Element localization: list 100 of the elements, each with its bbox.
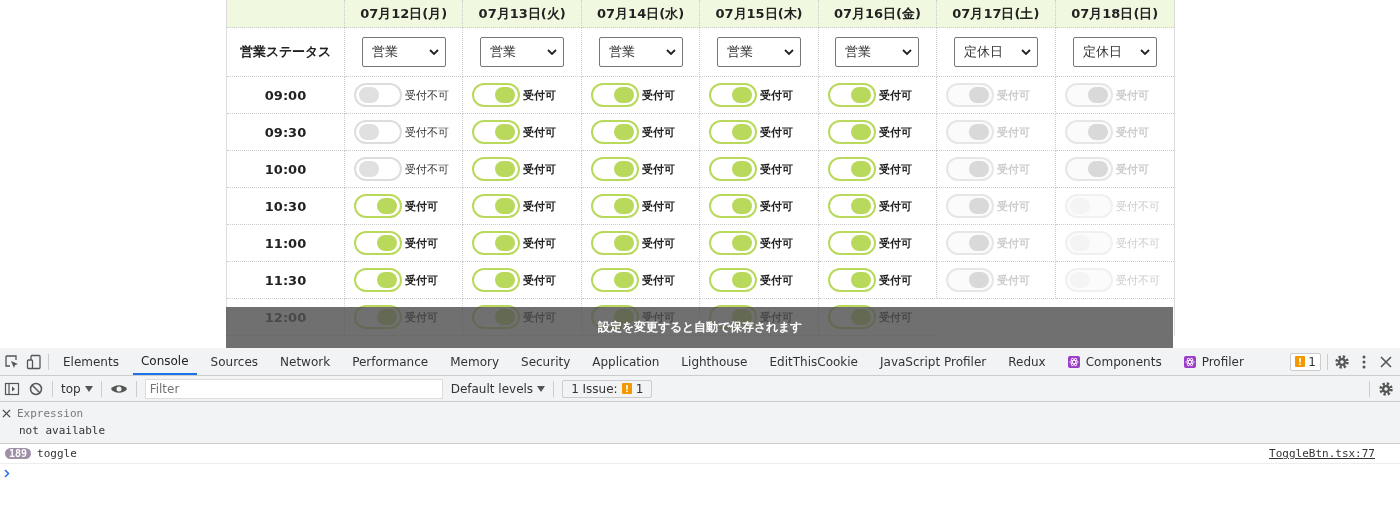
devtools-tab[interactable]: Application [584, 348, 668, 375]
devtools-tab[interactable]: Redux [1000, 348, 1054, 375]
devtools-tab[interactable]: Elements [55, 348, 127, 375]
status-dropdown[interactable]: 営業 [835, 37, 920, 67]
status-dropdown[interactable]: 定休日 [953, 37, 1038, 67]
chevron-down-icon [428, 49, 439, 55]
toggle-label: 受付可 [641, 235, 675, 251]
caret-icon [84, 385, 93, 392]
toggle-switch[interactable] [472, 120, 521, 144]
settings-icon[interactable] [1334, 353, 1350, 370]
toggle-switch[interactable] [827, 120, 876, 144]
toggle-label: 受付可 [641, 87, 675, 103]
prompt-icon [4, 468, 10, 478]
devtools-tab[interactable]: Lighthouse [673, 348, 756, 375]
toggle-label: 受付可 [641, 198, 675, 214]
date-header: 07月12日(月) [345, 0, 464, 28]
toggle-switch[interactable] [590, 157, 639, 181]
device-icon[interactable] [26, 353, 42, 370]
clear-icon[interactable] [28, 380, 44, 397]
devtools-tab[interactable]: EditThisCookie [761, 348, 866, 375]
toggle-switch[interactable] [709, 268, 758, 292]
toggle-switch[interactable] [472, 231, 521, 255]
time-label: 11:30 [227, 262, 345, 299]
settings-icon[interactable] [1378, 380, 1394, 397]
warning-icon [621, 383, 632, 394]
inspect-icon[interactable] [4, 353, 20, 370]
toggle-switch[interactable] [472, 194, 521, 218]
filter-field[interactable]: Filter [144, 378, 443, 399]
log-message: toggle [37, 447, 77, 460]
toggle-label: 受付不可 [405, 161, 449, 177]
toggle-label: 受付可 [641, 161, 675, 177]
toggle-label: 受付不可 [405, 87, 449, 103]
toggle-switch[interactable] [590, 194, 639, 218]
warning-icon [1295, 356, 1306, 367]
devtools-tab[interactable]: Security [513, 348, 579, 375]
time-label: 09:00 [227, 77, 345, 114]
toggle-switch[interactable] [472, 157, 521, 181]
devtools-tab[interactable]: Memory [442, 348, 507, 375]
issues-button[interactable]: 1 Issue: 1 [562, 379, 653, 398]
toggle-switch[interactable] [354, 157, 402, 181]
toggle-switch[interactable] [354, 194, 402, 218]
status-dropdown[interactable]: 営業 [717, 37, 801, 67]
toggle-switch[interactable] [590, 268, 639, 292]
chevron-down-icon [1139, 49, 1150, 55]
status-dropdown[interactable]: 営業 [480, 37, 565, 67]
devtools-tab[interactable]: Profiler [1175, 348, 1252, 375]
toggle-switch[interactable] [590, 120, 639, 144]
time-label: 09:30 [227, 114, 345, 151]
toggle-label: 受付可 [405, 198, 438, 214]
chevron-down-icon [902, 49, 913, 55]
toggle-switch[interactable] [354, 83, 402, 107]
toggle-switch[interactable] [354, 120, 402, 144]
react-icon [1183, 355, 1196, 368]
eye-icon[interactable] [109, 382, 128, 395]
status-dropdown[interactable]: 営業 [598, 37, 683, 67]
devtools-tab[interactable]: JavaScript Profiler [872, 348, 995, 375]
toggle-label: 受付可 [760, 124, 794, 140]
date-header: 07月18日(日) [1055, 0, 1174, 28]
toggle-switch[interactable] [590, 231, 639, 255]
toggle-label: 受付可 [523, 272, 557, 288]
toggle-switch[interactable] [827, 83, 876, 107]
chevron-down-icon [1020, 49, 1031, 55]
toggle-switch[interactable] [827, 268, 876, 292]
toggle-label: 受付可 [878, 272, 912, 288]
toggle-switch[interactable] [709, 157, 758, 181]
sidebar-icon[interactable] [4, 380, 20, 397]
devtools-tab[interactable]: Performance [344, 348, 437, 375]
toggle-switch[interactable] [709, 231, 758, 255]
issues-button[interactable]: 1 [1290, 352, 1321, 371]
source-link[interactable]: ToggleBtn.tsx:77 [1269, 447, 1375, 460]
toggle-switch[interactable] [709, 194, 758, 218]
status-dropdown[interactable]: 定休日 [1072, 37, 1157, 67]
toggle-switch[interactable] [354, 268, 402, 292]
caret-icon [537, 385, 546, 392]
levels-dropdown[interactable]: Default levels [450, 381, 546, 396]
context-dropdown[interactable]: top [61, 381, 93, 396]
toggle-switch[interactable] [827, 231, 876, 255]
close-icon[interactable] [2, 409, 11, 418]
toggle-switch[interactable] [472, 83, 521, 107]
toggle-switch[interactable] [827, 194, 876, 218]
toggle-label: 受付可 [523, 87, 557, 103]
react-icon [1067, 355, 1080, 368]
toggle-label: 受付不可 [405, 124, 449, 140]
toggle-switch[interactable] [709, 120, 758, 144]
toggle-switch[interactable] [590, 83, 639, 107]
toggle-label: 受付可 [760, 235, 794, 251]
toggle-switch[interactable] [354, 231, 402, 255]
close-icon[interactable] [1378, 353, 1394, 370]
time-label: 10:30 [227, 188, 345, 225]
devtools-tab[interactable]: Network [272, 348, 339, 375]
toggle-switch[interactable] [472, 268, 521, 292]
devtools-tab[interactable]: Sources [202, 348, 267, 375]
toggle-label: 受付可 [641, 124, 675, 140]
chevron-down-icon [784, 49, 794, 55]
time-label: 11:00 [227, 225, 345, 262]
toggle-switch[interactable] [709, 83, 758, 107]
status-dropdown[interactable]: 営業 [361, 37, 446, 67]
devtools-tab[interactable]: Components [1059, 348, 1170, 375]
toggle-switch[interactable] [827, 157, 876, 181]
toggle-label: 受付可 [523, 124, 557, 140]
